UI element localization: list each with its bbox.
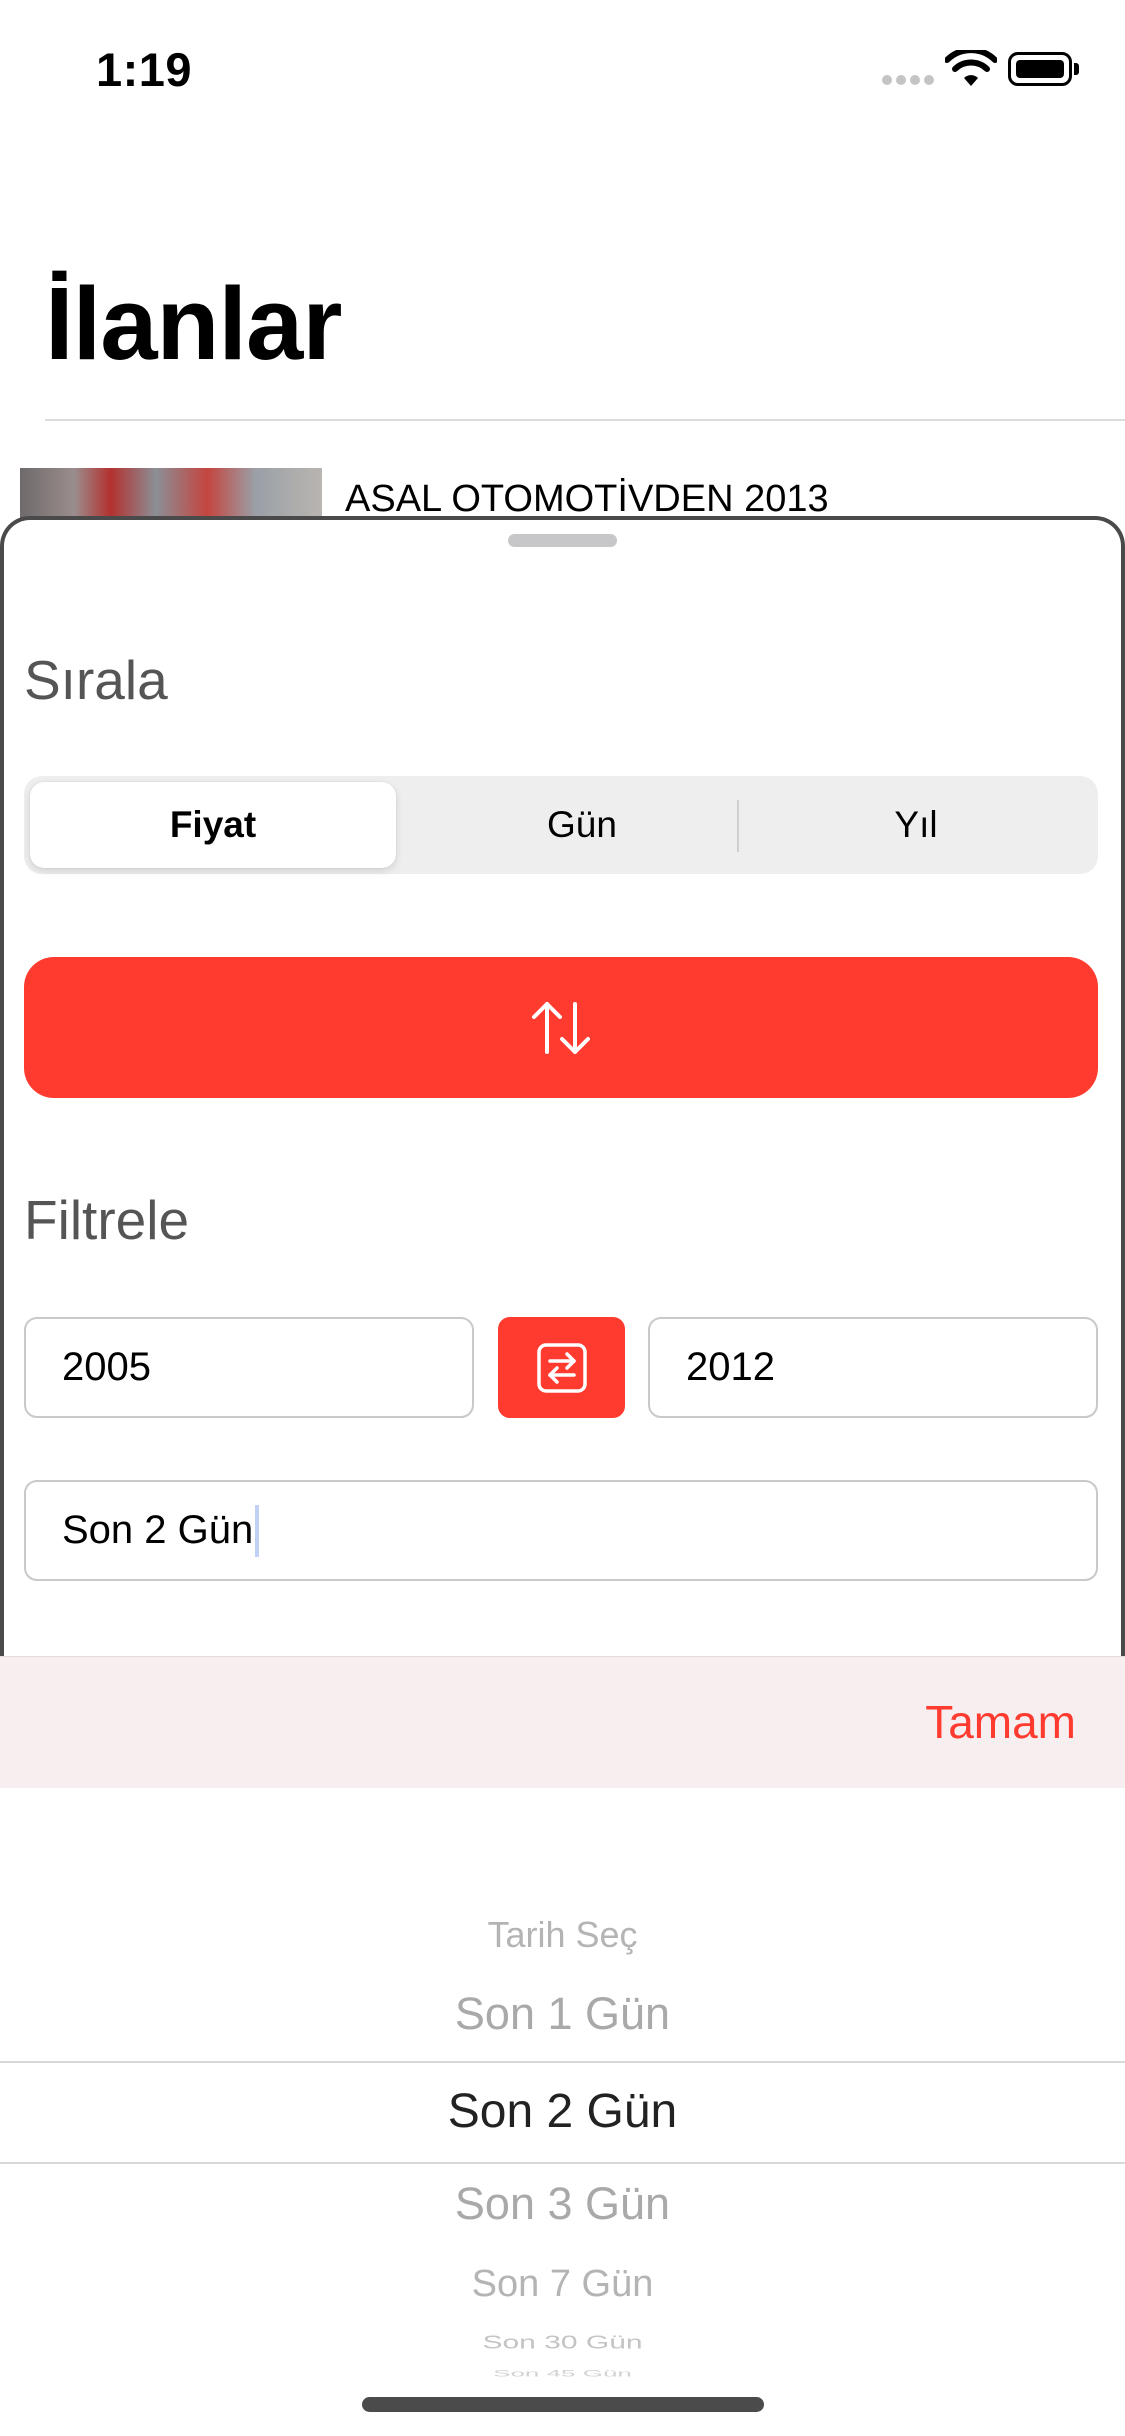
arrows-up-down-icon bbox=[532, 1001, 590, 1054]
picker-option-selected[interactable]: Son 2 Gün bbox=[0, 2084, 1125, 2139]
done-button[interactable]: Tamam bbox=[925, 1695, 1076, 1749]
wifi-icon bbox=[945, 50, 997, 86]
days-range-value: Son 2 Gün bbox=[62, 1508, 254, 1552]
picker-option[interactable]: Tarih Seç bbox=[0, 1914, 1125, 1956]
listing-title[interactable]: ASAL OTOMOTİVDEN 2013 bbox=[345, 478, 829, 521]
year-to-value: 2012 bbox=[686, 1345, 775, 1389]
segment-gun[interactable]: Gün bbox=[402, 782, 762, 868]
page-title: İlanlar bbox=[45, 266, 342, 381]
picker-option[interactable]: Son 3 Gün bbox=[0, 2178, 1125, 2230]
filter-heading: Filtrele bbox=[24, 1189, 190, 1251]
year-from-value: 2005 bbox=[62, 1345, 151, 1389]
year-from-field[interactable]: 2005 bbox=[24, 1317, 474, 1418]
segment-yil[interactable]: Yıl bbox=[740, 782, 1092, 868]
battery-icon bbox=[1008, 52, 1080, 86]
picker-option[interactable]: Son 7 Gün bbox=[0, 2263, 1125, 2306]
status-bar: 1:19 bbox=[0, 0, 1125, 132]
year-to-field[interactable]: 2012 bbox=[648, 1317, 1098, 1418]
title-divider bbox=[45, 419, 1125, 421]
sort-direction-button[interactable] bbox=[24, 957, 1098, 1098]
screen: 1:19 İlanlar ASAL OTOMOTİVDEN 2013 Sıral… bbox=[0, 0, 1125, 2436]
segment-separator bbox=[737, 800, 739, 852]
status-time: 1:19 bbox=[96, 43, 193, 96]
picker-toolbar: Tamam bbox=[0, 1656, 1125, 1788]
segment-fiyat[interactable]: Fiyat bbox=[30, 782, 396, 868]
swap-years-button[interactable] bbox=[498, 1317, 625, 1418]
picker-option[interactable]: Son 45 Gün bbox=[0, 2368, 1125, 2379]
picker-option[interactable]: Son 30 Gün bbox=[0, 2333, 1125, 2353]
home-indicator bbox=[362, 2397, 764, 2412]
days-picker[interactable]: Tarih Seç Son 1 Gün Son 2 Gün Son 3 Gün … bbox=[0, 1788, 1125, 2436]
sheet-grabber[interactable] bbox=[508, 534, 617, 547]
cellular-signal-icon bbox=[882, 75, 934, 85]
swap-horizontal-icon bbox=[536, 1342, 587, 1393]
sort-heading: Sırala bbox=[24, 649, 168, 711]
text-cursor bbox=[255, 1504, 260, 1557]
days-range-field[interactable]: Son 2 Gün bbox=[24, 1480, 1098, 1581]
picker-option[interactable]: Son 1 Gün bbox=[0, 1988, 1125, 2040]
sort-segmented-control: Fiyat Gün Yıl bbox=[24, 776, 1098, 874]
